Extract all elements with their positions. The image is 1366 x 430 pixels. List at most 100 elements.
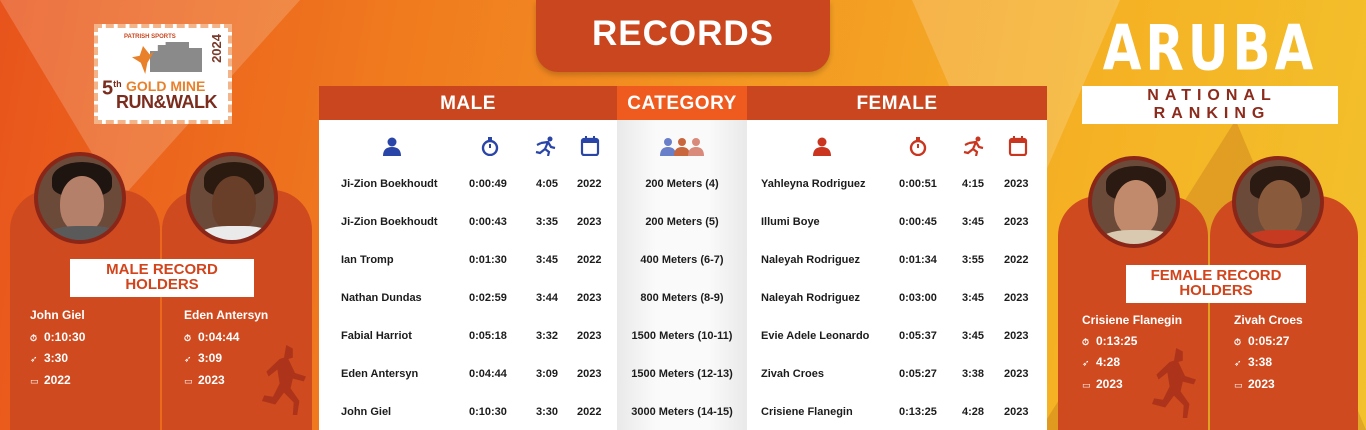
cell-male-time: 0:10:30 (469, 406, 507, 418)
holder-year: ▭ 2023 (1234, 377, 1275, 391)
cell-category: 1500 Meters (10-11) (631, 330, 733, 342)
cell-female-pace: 3:55 (962, 254, 985, 266)
cell-category: 200 Meters (5) (645, 216, 719, 228)
cell-female-name: Evie Adele Leonardo (761, 330, 870, 342)
cell-female-pace: 4:15 (962, 178, 985, 190)
holder-name: John Giel (30, 308, 85, 322)
cell-category: 400 Meters (6-7) (640, 254, 724, 266)
cell-male-pace: 3:44 (536, 292, 559, 304)
person-icon (383, 137, 401, 156)
castle-icon (150, 42, 202, 72)
holder-pace: ➶ 4:28 (1082, 355, 1121, 369)
cell-male-name: Eden Antersyn (341, 368, 419, 380)
cell-female-year: 2023 (1004, 216, 1029, 228)
cell-female-pace: 3:45 (962, 330, 985, 342)
cell-male-time: 0:02:59 (469, 292, 507, 304)
national-ranking-title: ARUBA NATIONAL RANKING (1082, 12, 1338, 124)
female-record-holders-label: FEMALE RECORD HOLDERS (1126, 265, 1306, 303)
runner-icon: ➶ (1234, 358, 1242, 368)
cell-female-year: 2023 (1004, 292, 1029, 304)
cell-male-name: Fabial Harriot (341, 330, 412, 342)
person-icon (813, 137, 831, 156)
records-table: MALE CATEGORY FEMALE Ji-Zion Boekhoudt 0:… (319, 86, 1047, 430)
holder-time: ⏱ 0:04:44 (184, 330, 240, 344)
runner-icon (535, 136, 556, 156)
cell-male-time: 0:04:44 (469, 368, 507, 380)
page-title: RECORDS (591, 14, 775, 53)
cell-female-time: 0:00:45 (899, 216, 937, 228)
stopwatch-icon (909, 137, 927, 156)
cell-female-time: 0:03:00 (899, 292, 937, 304)
cell-female-year: 2023 (1004, 178, 1029, 190)
category-column (617, 120, 747, 430)
cell-male-name: Ji-Zion Boekhoudt (341, 178, 438, 190)
cell-female-pace: 4:28 (962, 406, 985, 418)
cell-male-name: Ji-Zion Boekhoudt (341, 216, 438, 228)
female-header: FEMALE (747, 86, 1047, 120)
runner-icon: ➶ (30, 354, 38, 364)
runner-icon: ➶ (184, 354, 192, 364)
cell-female-name: Illumi Boye (761, 216, 820, 228)
holder-time: ⏱ 0:10:30 (30, 330, 86, 344)
cell-male-time: 0:00:43 (469, 216, 507, 228)
holder-pace: ➶ 3:38 (1234, 355, 1273, 369)
cell-male-pace: 3:35 (536, 216, 559, 228)
cell-female-name: Crisiene Flanegin (761, 406, 853, 418)
runner-icon: ➶ (1082, 358, 1090, 368)
runner-icon (963, 136, 984, 156)
calendar-icon (580, 136, 600, 156)
cell-female-name: Naleyah Rodriguez (761, 254, 861, 266)
cell-female-time: 0:05:37 (899, 330, 937, 342)
avatar (34, 152, 126, 244)
cell-male-year: 2023 (577, 368, 602, 380)
holder-pace: ➶ 3:30 (30, 351, 69, 365)
cell-male-year: 2022 (577, 254, 602, 266)
holder-name: Crisiene Flanegin (1082, 313, 1183, 327)
holder-year: ▭ 2023 (184, 373, 225, 387)
avatar (1232, 156, 1324, 248)
cell-female-year: 2023 (1004, 406, 1029, 418)
cell-female-pace: 3:38 (962, 368, 985, 380)
logo-line-2: RUN&WALK (116, 92, 218, 112)
stopwatch-icon: ⏱ (184, 333, 192, 343)
cell-male-pace: 3:30 (536, 406, 559, 418)
records-header-tab: RECORDS (536, 0, 830, 72)
male-header: MALE (319, 86, 617, 120)
cell-male-time: 0:00:49 (469, 178, 507, 190)
cell-male-year: 2023 (577, 292, 602, 304)
cell-male-pace: 3:45 (536, 254, 559, 266)
cell-male-year: 2022 (577, 178, 602, 190)
calendar-icon (1008, 136, 1028, 156)
cell-female-time: 0:01:34 (899, 254, 937, 266)
cell-female-time: 0:13:25 (899, 406, 937, 418)
ranking-subtitle: NATIONAL RANKING (1082, 86, 1338, 124)
calendar-icon: ▭ (1082, 380, 1091, 390)
country-name: ARUBA (1102, 12, 1318, 85)
holder-name: Eden Antersyn (184, 308, 269, 322)
cell-category: 800 Meters (8-9) (640, 292, 724, 304)
cell-male-year: 2023 (577, 216, 602, 228)
cell-female-year: 2023 (1004, 330, 1029, 342)
cell-female-pace: 3:45 (962, 292, 985, 304)
avatar (186, 152, 278, 244)
calendar-icon: ▭ (1234, 380, 1243, 390)
cell-male-pace: 4:05 (536, 178, 559, 190)
cell-female-year: 2022 (1004, 254, 1029, 266)
holder-pace: ➶ 3:09 (184, 351, 223, 365)
holder-year: ▭ 2023 (1082, 377, 1123, 391)
holder-year: ▭ 2022 (30, 373, 71, 387)
cell-male-name: John Giel (341, 406, 392, 418)
cell-male-year: 2023 (577, 330, 602, 342)
cell-category: 1500 Meters (12-13) (631, 368, 733, 380)
event-logo: PATRISH SPORTS 2024 5th GOLD MINE RUN&WA… (94, 24, 232, 124)
calendar-icon: ▭ (30, 376, 39, 386)
holder-name: Zivah Croes (1234, 313, 1303, 327)
stopwatch-icon: ⏱ (1234, 337, 1242, 347)
cell-female-year: 2023 (1004, 368, 1029, 380)
cell-female-name: Naleyah Rodriguez (761, 292, 861, 304)
holder-time: ⏱ 0:05:27 (1234, 334, 1290, 348)
stopwatch-icon: ⏱ (1082, 337, 1090, 347)
cell-male-name: Nathan Dundas (341, 292, 422, 304)
stopwatch-icon: ⏱ (30, 333, 38, 343)
cell-female-name: Zivah Croes (761, 368, 824, 380)
